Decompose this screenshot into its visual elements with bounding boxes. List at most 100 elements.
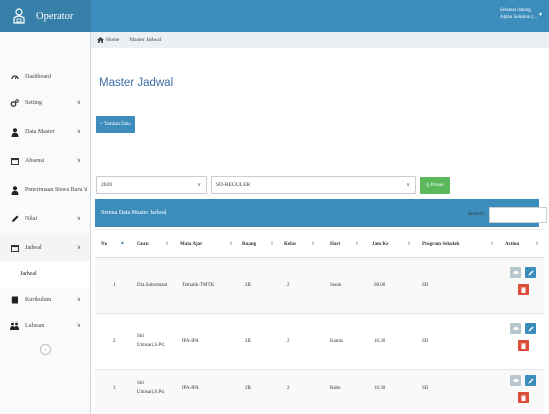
table-header: No ▲ Guru ⇕ Mata Ajar ⇕ Ruang ⇕ Kelas ⇕ … (95, 229, 544, 258)
sort-icon[interactable]: ⇕ (407, 241, 411, 247)
sidebar-item-label: Setting (25, 100, 43, 106)
plus-icon: + (100, 122, 103, 127)
column-header-jam-ke[interactable]: Jam Ke (372, 230, 389, 259)
sidebar-item-kurikulum[interactable]: Kurikulum ∨ (0, 287, 90, 313)
program-select[interactable]: SD-REGULER ∨ (211, 176, 416, 194)
edit-button[interactable] (525, 267, 536, 278)
book-icon (10, 296, 19, 305)
sidebar-collapse-button[interactable]: ‹ (40, 344, 51, 355)
home-icon (97, 37, 104, 43)
cell-no: 1 (113, 283, 116, 288)
proses-label: Proses (430, 183, 444, 188)
sidebar: Dashboard Setting ∨ Data Master ∨ Absens… (0, 32, 91, 414)
sort-icon[interactable]: ⇕ (270, 241, 274, 247)
eye-icon (512, 378, 519, 383)
cell-hari: Senin (330, 283, 342, 288)
cell-no: 2 (113, 339, 116, 344)
sidebar-item-label: Kurikulum (25, 297, 52, 303)
cell-guru-line2: Umisari,S.Pd. (137, 343, 165, 348)
delete-button[interactable] (518, 284, 529, 295)
column-header-guru[interactable]: Guru (137, 230, 149, 259)
chevron-down-icon: ∨ (76, 323, 81, 329)
breadcrumb-home-link[interactable]: Home (106, 37, 119, 43)
pencil-icon (528, 378, 533, 383)
sidebar-item-lulusan[interactable]: Lulusan ∨ (0, 313, 90, 339)
chevron-down-icon: ∨ (406, 183, 410, 188)
sidebar-item-label: Data Master (25, 129, 55, 135)
users-icon (10, 322, 19, 331)
cogs-icon (10, 98, 19, 108)
sidebar-item-label: Jadwal (25, 245, 42, 251)
edit-button[interactable] (525, 375, 536, 386)
column-header-kelas[interactable]: Kelas (284, 230, 296, 259)
cell-kelas: 2 (287, 339, 290, 344)
trash-icon (521, 343, 526, 349)
sidebar-item-nilai[interactable]: Nilai ∨ (0, 206, 90, 232)
column-header-ruang[interactable]: Ruang (242, 230, 256, 259)
sidebar-item-setting[interactable]: Setting ∨ (0, 90, 90, 116)
sidebar-item-absensi[interactable]: Absensi ∨ (0, 148, 90, 174)
cell-program-sekolah: SD (422, 283, 429, 288)
calendar-icon (10, 244, 19, 253)
search-input[interactable] (489, 207, 547, 223)
view-button[interactable] (510, 267, 521, 278)
chevron-down-icon: ∨ (197, 183, 201, 188)
cell-kelas: 2 (287, 283, 290, 288)
cell-guru-line2: Umisari,S.Pd. (137, 390, 165, 395)
sort-asc-icon[interactable]: ▲ (120, 241, 125, 246)
calendar-icon (10, 157, 19, 166)
sort-icon[interactable]: ⇕ (311, 241, 315, 247)
eye-icon (512, 270, 519, 275)
chevron-down-icon: ∨ (76, 216, 81, 222)
sidebar-item-label: Absensi (25, 158, 45, 164)
sidebar-item-data-master[interactable]: Data Master ∨ (0, 119, 90, 145)
breadcrumb-separator: › (123, 37, 126, 43)
top-navbar: Operator Selamat datang, Alpha Solution … (0, 0, 549, 32)
view-button[interactable] (510, 375, 521, 386)
program-select-value: SD-REGULER (216, 182, 251, 188)
year-select-value: 2020 (101, 182, 112, 188)
breadcrumb: Home › Master Jadwal (91, 32, 549, 48)
page-title: Master Jadwal (99, 77, 174, 89)
sidebar-item-label: Dashboard (25, 74, 51, 80)
search-label: Search: (468, 211, 485, 217)
year-select[interactable]: 2020 ∨ (96, 176, 207, 194)
user-greeting: Selamat datang, (499, 8, 532, 13)
cell-hari: Rabu (330, 386, 341, 391)
cell-program-sekolah: SD (422, 386, 429, 391)
column-header-hari[interactable]: Hari (330, 230, 340, 259)
table-row: 3 Siti Umisari,S.Pd. IPA-IPA 2B 2 Rabu 1… (95, 370, 544, 414)
sidebar-item-jadwal[interactable]: Jadwal ∨ (0, 235, 90, 261)
delete-button[interactable] (518, 340, 529, 351)
pencil-icon (528, 270, 533, 275)
breadcrumb-current: Master Jadwal (129, 37, 162, 43)
user-icon (10, 185, 19, 195)
sort-icon[interactable]: ⇕ (535, 241, 539, 247)
sidebar-item-dashboard[interactable]: Dashboard (0, 64, 90, 90)
panel-title: Semua Data Master Jadwal (101, 210, 167, 216)
column-header-no[interactable]: No (101, 230, 107, 259)
sort-icon[interactable]: ⇕ (490, 241, 494, 247)
delete-button[interactable] (518, 392, 529, 403)
sort-icon[interactable]: ⇕ (229, 241, 233, 247)
sort-icon[interactable]: ⇕ (165, 241, 169, 247)
add-data-button[interactable]: + Tambah Data (96, 116, 135, 133)
sidebar-item-penerimaan-siswa-baru[interactable]: Penerimaan Siswa Baru ∨ (0, 177, 90, 203)
sidebar-item-label: Penerimaan Siswa Baru (25, 187, 83, 193)
brand[interactable]: Operator (0, 0, 91, 32)
column-header-program-sekolah[interactable]: Program Sekolah (422, 230, 459, 259)
chevron-down-icon: ∨ (76, 297, 81, 303)
sidebar-subitem-jadwal[interactable]: Jadwal (0, 261, 90, 287)
table-row: 2 Siti Umisari,S.Pd. IPA-IPA 2B 2 Kamis … (95, 314, 544, 370)
sort-icon[interactable]: ⇕ (355, 241, 359, 247)
proses-button[interactable]: ⚲ Proses (420, 177, 450, 194)
column-header-action[interactable]: Action (505, 230, 519, 259)
edit-button[interactable] (525, 323, 536, 334)
cell-hari: Kamis (330, 339, 344, 344)
trash-icon (521, 395, 526, 401)
view-button[interactable] (510, 323, 521, 334)
user-icon (10, 127, 19, 137)
chevron-down-icon: ∨ (76, 129, 81, 135)
user-menu[interactable]: Selamat datang, Alpha Solution (... ▼ (500, 7, 543, 21)
column-header-mata-ajar[interactable]: Mata Ajar (180, 230, 202, 259)
